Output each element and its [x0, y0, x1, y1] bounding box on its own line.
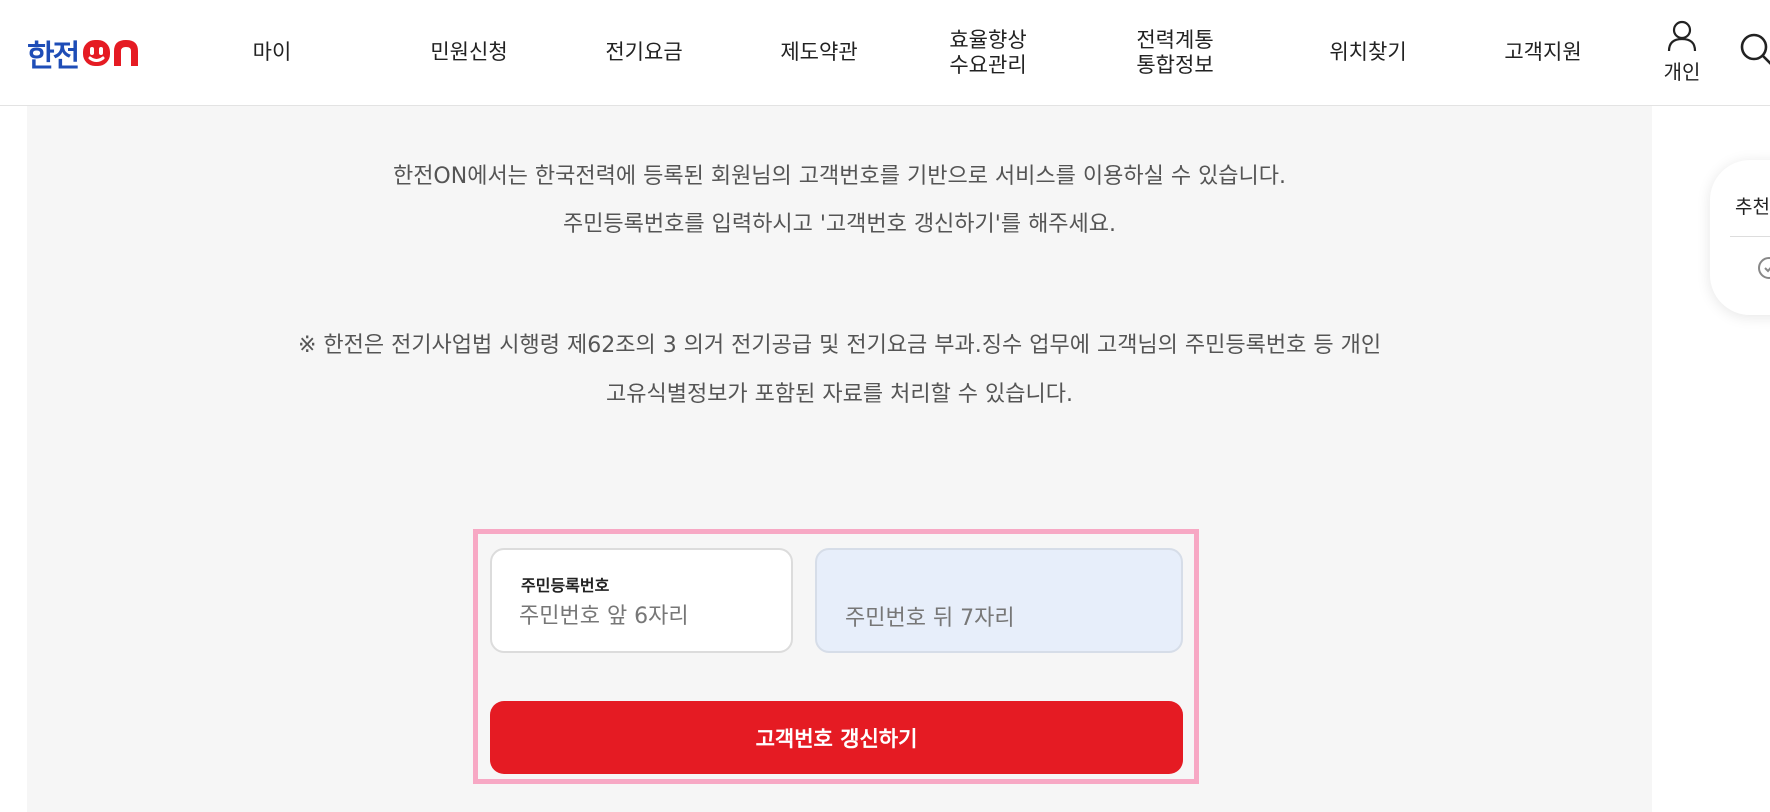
notice-line-1: ※ 한전은 전기사업법 시행령 제62조의 3 의거 전기공급 및 전기요금 부…: [297, 333, 1382, 358]
search-icon: [1740, 33, 1770, 65]
circle-icon[interactable]: [1756, 255, 1770, 281]
floating-recommend-panel[interactable]: 추천: [1710, 160, 1770, 315]
intro-line-2: 주민등록번호를 입력하시고 '고객번호 갱신하기'를 해주세요.: [562, 212, 1117, 237]
search-button[interactable]: [1738, 31, 1770, 71]
user-menu-button[interactable]: 개인: [1658, 20, 1706, 86]
floating-panel-divider: [1730, 236, 1770, 237]
resident-number-label: 주민등록번호: [521, 576, 610, 595]
nav-grid-info[interactable]: 전력계통 통합정보: [1125, 0, 1225, 106]
renew-customer-number-button[interactable]: 고객번호 갱신하기: [490, 701, 1183, 774]
resident-number-back-input[interactable]: [845, 602, 1145, 634]
logo-text: 한전: [27, 39, 80, 74]
nav-my[interactable]: 마이: [232, 0, 312, 106]
on-logo-mark: [83, 40, 139, 66]
nav-civil-request[interactable]: 민원신청: [419, 0, 519, 106]
nav-electric-bill[interactable]: 전기요금: [594, 0, 694, 106]
resident-number-front-input[interactable]: [519, 600, 769, 632]
resident-number-back-field[interactable]: [815, 548, 1183, 653]
nav-terms[interactable]: 제도약관: [769, 0, 869, 106]
intro-line-1: 한전ON에서는 한국전력에 등록된 회원님의 고객번호를 기반으로 서비스를 이…: [392, 164, 1287, 189]
nav-efficiency-demand[interactable]: 효율향상 수요관리: [938, 0, 1038, 106]
kepco-on-logo[interactable]: 한전: [27, 33, 140, 74]
person-icon: [1667, 20, 1697, 52]
customer-number-renew-form: 주민등록번호 고객번호 갱신하기: [473, 529, 1199, 784]
site-header: 한전 마이 민원신청 전기요금 제도약관 효율향상 수요관리 전력계통 통합정보…: [0, 0, 1770, 106]
user-menu-label: 개인: [1663, 60, 1701, 84]
main-content: 한전ON에서는 한국전력에 등록된 회원님의 고객번호를 기반으로 서비스를 이…: [27, 106, 1652, 812]
notice-line-2: 고유식별정보가 포함된 자료를 처리할 수 있습니다.: [605, 382, 1073, 407]
resident-number-front-field[interactable]: 주민등록번호: [490, 548, 793, 653]
nav-location[interactable]: 위치찾기: [1318, 0, 1418, 106]
nav-customer-support[interactable]: 고객지원: [1493, 0, 1593, 106]
floating-panel-title: 추천: [1735, 196, 1770, 218]
